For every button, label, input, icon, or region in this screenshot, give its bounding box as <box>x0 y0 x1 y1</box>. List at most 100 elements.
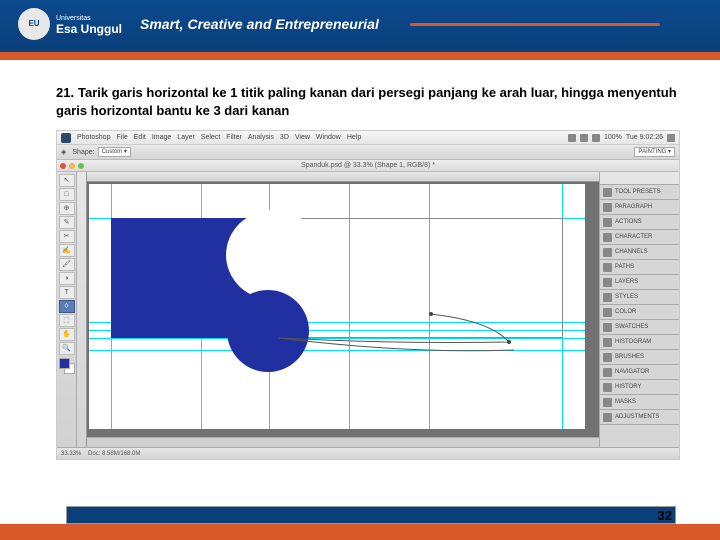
panel-history[interactable]: HISTORY <box>600 380 679 395</box>
paths-icon <box>603 263 612 272</box>
pen-tool[interactable]: ◊ <box>59 300 75 313</box>
slogan-underline <box>410 23 660 26</box>
ruler-horizontal <box>87 172 599 182</box>
minimize-icon[interactable] <box>69 163 75 169</box>
slide-footer: 32 <box>0 504 720 540</box>
menu-edit[interactable]: Edit <box>134 134 146 141</box>
hand-tool[interactable]: ✋ <box>59 328 75 341</box>
gradient-tool[interactable]: ◑ <box>59 272 75 285</box>
layers-icon <box>603 278 612 287</box>
s-curve-bump <box>227 290 309 372</box>
tool-column: ↖ □ ⊕ ✎ ✂ ✍ 🖌 ◑ T ◊ ⬚ ✋ 🔍 <box>57 172 77 447</box>
panel-paragraph[interactable]: PARAGRAPH <box>600 200 679 215</box>
workspace: ↖ □ ⊕ ✎ ✂ ✍ 🖌 ◑ T ◊ ⬚ ✋ 🔍 <box>57 172 679 447</box>
crop-tool[interactable]: ✎ <box>59 216 75 229</box>
adjustments-icon <box>603 413 612 422</box>
step-text: Tarik garis horizontal ke 1 titik paling… <box>56 85 677 118</box>
clock: Tue 9:02:26 <box>626 134 663 141</box>
panel-channels[interactable]: CHANNELS <box>600 245 679 260</box>
close-icon[interactable] <box>60 163 66 169</box>
menu-3d[interactable]: 3D <box>280 134 289 141</box>
panel-spacer <box>600 172 679 185</box>
panel-column: TOOL PRESETS PARAGRAPH ACTIONS CHARACTER… <box>599 172 679 447</box>
footer-blue-bar <box>66 506 676 524</box>
panel-paths[interactable]: PATHS <box>600 260 679 275</box>
spotlight-icon[interactable] <box>667 134 675 142</box>
tool-shape-icon[interactable]: ◈ <box>61 148 66 156</box>
clone-tool[interactable]: 🖌 <box>59 258 75 271</box>
histogram-icon <box>603 338 612 347</box>
instruction-block: 21.Tarik garis horizontal ke 1 titik pal… <box>0 60 720 128</box>
tool-presets-icon <box>603 188 612 197</box>
menu-view[interactable]: View <box>295 134 310 141</box>
color-swatches[interactable] <box>59 358 75 374</box>
mac-menu-bar: Photoshop File Edit Image Layer Select F… <box>57 131 679 145</box>
shape-label: Shape: <box>72 149 94 156</box>
menu-analysis[interactable]: Analysis <box>248 134 274 141</box>
paragraph-icon <box>603 203 612 212</box>
slide-header: EU Universitas Esa Unggul Smart, Creativ… <box>0 0 720 52</box>
canvas-area[interactable] <box>77 172 599 447</box>
type-tool[interactable]: T <box>59 286 75 299</box>
panel-masks[interactable]: MASKS <box>600 395 679 410</box>
photoshop-app-icon <box>61 133 71 143</box>
panel-styles[interactable]: STYLES <box>600 290 679 305</box>
channels-icon <box>603 248 612 257</box>
swatches-icon <box>603 323 612 332</box>
status-doc-size: Doc: 8.58M/168.0M <box>88 451 140 457</box>
menu-file[interactable]: File <box>116 134 127 141</box>
wifi-icon <box>568 134 576 142</box>
panel-adjustments[interactable]: ADJUSTMENTS <box>600 410 679 425</box>
marquee-tool[interactable]: □ <box>59 188 75 201</box>
lasso-tool[interactable]: ⊕ <box>59 202 75 215</box>
zoom-icon[interactable] <box>78 163 84 169</box>
panel-layers[interactable]: LAYERS <box>600 275 679 290</box>
panel-actions[interactable]: ACTIONS <box>600 215 679 230</box>
brush-tool[interactable]: ✍ <box>59 244 75 257</box>
move-tool[interactable]: ↖ <box>59 174 75 187</box>
anchor-point[interactable] <box>429 312 433 316</box>
guide-h[interactable] <box>89 350 585 351</box>
volume-icon <box>580 134 588 142</box>
university-logo: EU <box>18 8 50 40</box>
panel-histogram[interactable]: HISTOGRAM <box>600 335 679 350</box>
zoom-pct: 100% <box>604 134 622 141</box>
panel-color[interactable]: COLOR <box>600 305 679 320</box>
zoom-tool[interactable]: 🔍 <box>59 342 75 355</box>
battery-icon <box>592 134 600 142</box>
eyedropper-tool[interactable]: ✂ <box>59 230 75 243</box>
anchor-point[interactable] <box>507 340 511 344</box>
masks-icon <box>603 398 612 407</box>
slogan-text: Smart, Creative and Entrepreneurial <box>140 16 379 32</box>
history-icon <box>603 383 612 392</box>
character-icon <box>603 233 612 242</box>
shape-dropdown[interactable]: Custom ▾ <box>98 147 131 157</box>
university-big: Esa Unggul <box>56 24 122 35</box>
menu-filter[interactable]: Filter <box>226 134 242 141</box>
panel-swatches[interactable]: SWATCHES <box>600 320 679 335</box>
logo-block: EU Universitas Esa Unggul <box>18 8 122 40</box>
panel-character[interactable]: CHARACTER <box>600 230 679 245</box>
photoshop-status-bar: 33.33% Doc: 8.58M/168.0M <box>57 447 679 459</box>
panel-brushes[interactable]: BRUSHES <box>600 350 679 365</box>
menu-select[interactable]: Select <box>201 134 220 141</box>
photoshop-screenshot: Photoshop File Edit Image Layer Select F… <box>56 130 680 460</box>
foreground-swatch[interactable] <box>59 358 70 369</box>
document-title: Spanduk.psd @ 33.3% (Shape 1, RGB/8) * <box>301 162 435 169</box>
guide-h[interactable] <box>89 338 585 339</box>
chevron-down-icon: ▾ <box>124 149 127 155</box>
footer-orange-bar <box>0 524 720 540</box>
workspace-mode-dropdown[interactable]: PAINTING ▾ <box>634 147 675 157</box>
styles-icon <box>603 293 612 302</box>
menu-window[interactable]: Window <box>316 134 341 141</box>
menu-help[interactable]: Help <box>347 134 361 141</box>
navigator-icon <box>603 368 612 377</box>
horizontal-scrollbar[interactable] <box>87 437 599 447</box>
menu-layer[interactable]: Layer <box>177 134 195 141</box>
panel-tool-presets[interactable]: TOOL PRESETS <box>600 185 679 200</box>
canvas[interactable] <box>89 184 585 429</box>
panel-navigator[interactable]: NAVIGATOR <box>600 365 679 380</box>
shape-tool[interactable]: ⬚ <box>59 314 75 327</box>
menu-image[interactable]: Image <box>152 134 171 141</box>
status-zoom[interactable]: 33.33% <box>61 451 81 457</box>
